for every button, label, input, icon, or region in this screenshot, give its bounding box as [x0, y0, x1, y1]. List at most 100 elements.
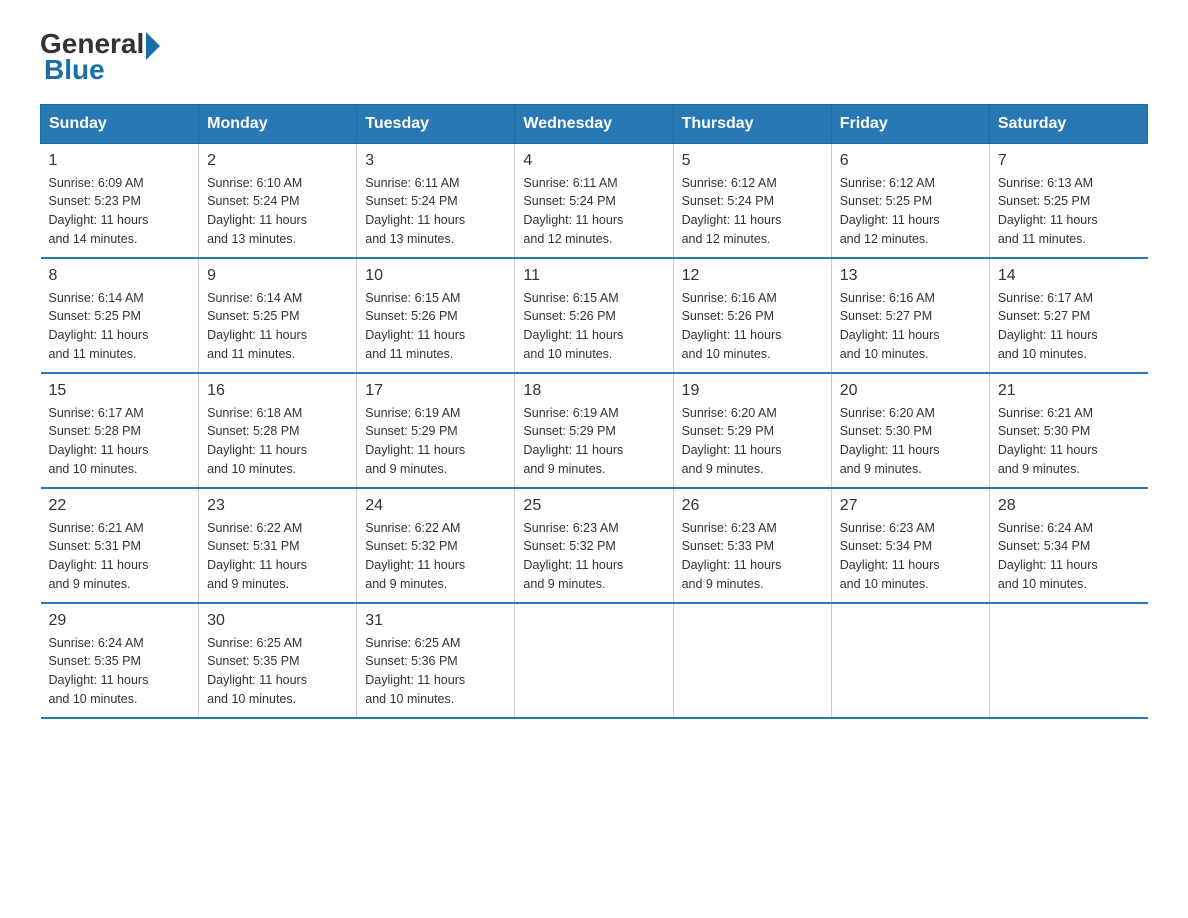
calendar-cell: 2Sunrise: 6:10 AM Sunset: 5:24 PM Daylig…	[199, 143, 357, 258]
day-number: 22	[49, 497, 191, 515]
day-number: 26	[682, 497, 823, 515]
calendar-cell: 7 Sunrise: 6:13 AM Sunset: 5:25 PM Daylig…	[989, 143, 1147, 258]
header-cell-wednesday: Wednesday	[515, 104, 673, 143]
day-number: 8	[49, 267, 191, 285]
calendar-cell: 4Sunrise: 6:11 AM Sunset: 5:24 PM Daylig…	[515, 143, 673, 258]
day-number: 12	[682, 267, 823, 285]
day-info: Sunrise: 6:19 AM Sunset: 5:29 PM Dayligh…	[523, 404, 664, 479]
calendar-cell: 10Sunrise: 6:15 AM Sunset: 5:26 PM Dayli…	[357, 258, 515, 373]
calendar-cell: 19 Sunrise: 6:20 AM Sunset: 5:29 PM Dayli…	[673, 373, 831, 488]
day-number: 6	[840, 152, 981, 170]
day-info: Sunrise: 6:16 AM Sunset: 5:27 PM Dayligh…	[840, 289, 981, 364]
day-info: Sunrise: 6:13 AM Sunset: 5:25 PM Dayligh…	[998, 174, 1140, 249]
calendar-cell: 6 Sunrise: 6:12 AM Sunset: 5:25 PM Daylig…	[831, 143, 989, 258]
day-info: Sunrise: 6:20 AM Sunset: 5:29 PM Dayligh…	[682, 404, 823, 479]
day-info: Sunrise: 6:15 AM Sunset: 5:26 PM Dayligh…	[523, 289, 664, 364]
day-info: Sunrise: 6:12 AM Sunset: 5:25 PM Dayligh…	[840, 174, 981, 249]
calendar-cell: 16 Sunrise: 6:18 AM Sunset: 5:28 PM Dayli…	[199, 373, 357, 488]
header-cell-monday: Monday	[199, 104, 357, 143]
day-number: 29	[49, 612, 191, 630]
calendar-cell: 15 Sunrise: 6:17 AM Sunset: 5:28 PM Dayli…	[41, 373, 199, 488]
day-info: Sunrise: 6:24 AM Sunset: 5:34 PM Dayligh…	[998, 519, 1140, 594]
day-number: 7	[998, 152, 1140, 170]
day-number: 4	[523, 152, 664, 170]
week-row-3: 15 Sunrise: 6:17 AM Sunset: 5:28 PM Dayli…	[41, 373, 1148, 488]
day-number: 1	[49, 152, 191, 170]
calendar-cell: 29 Sunrise: 6:24 AM Sunset: 5:35 PM Dayli…	[41, 603, 199, 718]
day-number: 11	[523, 267, 664, 285]
calendar-cell: 21 Sunrise: 6:21 AM Sunset: 5:30 PM Dayli…	[989, 373, 1147, 488]
calendar-cell: 18 Sunrise: 6:19 AM Sunset: 5:29 PM Dayli…	[515, 373, 673, 488]
calendar-cell: 25 Sunrise: 6:23 AM Sunset: 5:32 PM Dayli…	[515, 488, 673, 603]
header-cell-sunday: Sunday	[41, 104, 199, 143]
calendar-cell: 28Sunrise: 6:24 AM Sunset: 5:34 PM Dayli…	[989, 488, 1147, 603]
week-row-5: 29 Sunrise: 6:24 AM Sunset: 5:35 PM Dayli…	[41, 603, 1148, 718]
calendar-cell: 17Sunrise: 6:19 AM Sunset: 5:29 PM Dayli…	[357, 373, 515, 488]
day-number: 25	[523, 497, 664, 515]
day-number: 18	[523, 382, 664, 400]
calendar-cell: 26 Sunrise: 6:23 AM Sunset: 5:33 PM Dayli…	[673, 488, 831, 603]
day-number: 21	[998, 382, 1140, 400]
day-info: Sunrise: 6:18 AM Sunset: 5:28 PM Dayligh…	[207, 404, 348, 479]
day-info: Sunrise: 6:09 AM Sunset: 5:23 PM Dayligh…	[49, 174, 191, 249]
day-number: 3	[365, 152, 506, 170]
day-number: 19	[682, 382, 823, 400]
calendar-cell: 5 Sunrise: 6:12 AM Sunset: 5:24 PM Daylig…	[673, 143, 831, 258]
logo: General Blue	[40, 30, 160, 84]
day-number: 9	[207, 267, 348, 285]
calendar-cell: 31 Sunrise: 6:25 AM Sunset: 5:36 PM Dayli…	[357, 603, 515, 718]
day-info: Sunrise: 6:15 AM Sunset: 5:26 PM Dayligh…	[365, 289, 506, 364]
day-info: Sunrise: 6:21 AM Sunset: 5:30 PM Dayligh…	[998, 404, 1140, 479]
week-row-1: 1 Sunrise: 6:09 AM Sunset: 5:23 PM Daylig…	[41, 143, 1148, 258]
calendar-cell: 23 Sunrise: 6:22 AM Sunset: 5:31 PM Dayli…	[199, 488, 357, 603]
calendar-header: SundayMondayTuesdayWednesdayThursdayFrid…	[41, 104, 1148, 143]
calendar-cell: 3 Sunrise: 6:11 AM Sunset: 5:24 PM Daylig…	[357, 143, 515, 258]
header-row: SundayMondayTuesdayWednesdayThursdayFrid…	[41, 104, 1148, 143]
day-info: Sunrise: 6:12 AM Sunset: 5:24 PM Dayligh…	[682, 174, 823, 249]
header-cell-friday: Friday	[831, 104, 989, 143]
day-info: Sunrise: 6:23 AM Sunset: 5:33 PM Dayligh…	[682, 519, 823, 594]
header-cell-tuesday: Tuesday	[357, 104, 515, 143]
day-info: Sunrise: 6:23 AM Sunset: 5:32 PM Dayligh…	[523, 519, 664, 594]
day-number: 23	[207, 497, 348, 515]
day-info: Sunrise: 6:22 AM Sunset: 5:32 PM Dayligh…	[365, 519, 506, 594]
day-number: 27	[840, 497, 981, 515]
calendar-cell: 8Sunrise: 6:14 AM Sunset: 5:25 PM Daylig…	[41, 258, 199, 373]
day-info: Sunrise: 6:24 AM Sunset: 5:35 PM Dayligh…	[49, 634, 191, 709]
calendar-body: 1 Sunrise: 6:09 AM Sunset: 5:23 PM Daylig…	[41, 143, 1148, 718]
header-cell-thursday: Thursday	[673, 104, 831, 143]
day-info: Sunrise: 6:11 AM Sunset: 5:24 PM Dayligh…	[365, 174, 506, 249]
calendar-cell: 24 Sunrise: 6:22 AM Sunset: 5:32 PM Dayli…	[357, 488, 515, 603]
day-info: Sunrise: 6:25 AM Sunset: 5:36 PM Dayligh…	[365, 634, 506, 709]
calendar-cell	[989, 603, 1147, 718]
day-info: Sunrise: 6:20 AM Sunset: 5:30 PM Dayligh…	[840, 404, 981, 479]
calendar-cell	[831, 603, 989, 718]
day-info: Sunrise: 6:25 AM Sunset: 5:35 PM Dayligh…	[207, 634, 348, 709]
day-number: 30	[207, 612, 348, 630]
day-info: Sunrise: 6:10 AM Sunset: 5:24 PM Dayligh…	[207, 174, 348, 249]
day-number: 20	[840, 382, 981, 400]
day-info: Sunrise: 6:19 AM Sunset: 5:29 PM Dayligh…	[365, 404, 506, 479]
header-cell-saturday: Saturday	[989, 104, 1147, 143]
day-number: 24	[365, 497, 506, 515]
day-info: Sunrise: 6:23 AM Sunset: 5:34 PM Dayligh…	[840, 519, 981, 594]
day-number: 31	[365, 612, 506, 630]
page-header: General Blue	[40, 30, 1148, 84]
logo-arrow-icon	[146, 32, 160, 60]
calendar-cell: 22 Sunrise: 6:21 AM Sunset: 5:31 PM Dayli…	[41, 488, 199, 603]
day-info: Sunrise: 6:17 AM Sunset: 5:28 PM Dayligh…	[49, 404, 191, 479]
week-row-4: 22 Sunrise: 6:21 AM Sunset: 5:31 PM Dayli…	[41, 488, 1148, 603]
calendar-cell: 1 Sunrise: 6:09 AM Sunset: 5:23 PM Daylig…	[41, 143, 199, 258]
day-number: 16	[207, 382, 348, 400]
week-row-2: 8Sunrise: 6:14 AM Sunset: 5:25 PM Daylig…	[41, 258, 1148, 373]
day-number: 15	[49, 382, 191, 400]
calendar-cell: 13 Sunrise: 6:16 AM Sunset: 5:27 PM Dayli…	[831, 258, 989, 373]
calendar-cell: 20 Sunrise: 6:20 AM Sunset: 5:30 PM Dayli…	[831, 373, 989, 488]
day-info: Sunrise: 6:17 AM Sunset: 5:27 PM Dayligh…	[998, 289, 1140, 364]
day-number: 14	[998, 267, 1140, 285]
day-info: Sunrise: 6:22 AM Sunset: 5:31 PM Dayligh…	[207, 519, 348, 594]
day-number: 5	[682, 152, 823, 170]
day-number: 13	[840, 267, 981, 285]
day-info: Sunrise: 6:21 AM Sunset: 5:31 PM Dayligh…	[49, 519, 191, 594]
logo-blue-text: Blue	[40, 56, 105, 84]
